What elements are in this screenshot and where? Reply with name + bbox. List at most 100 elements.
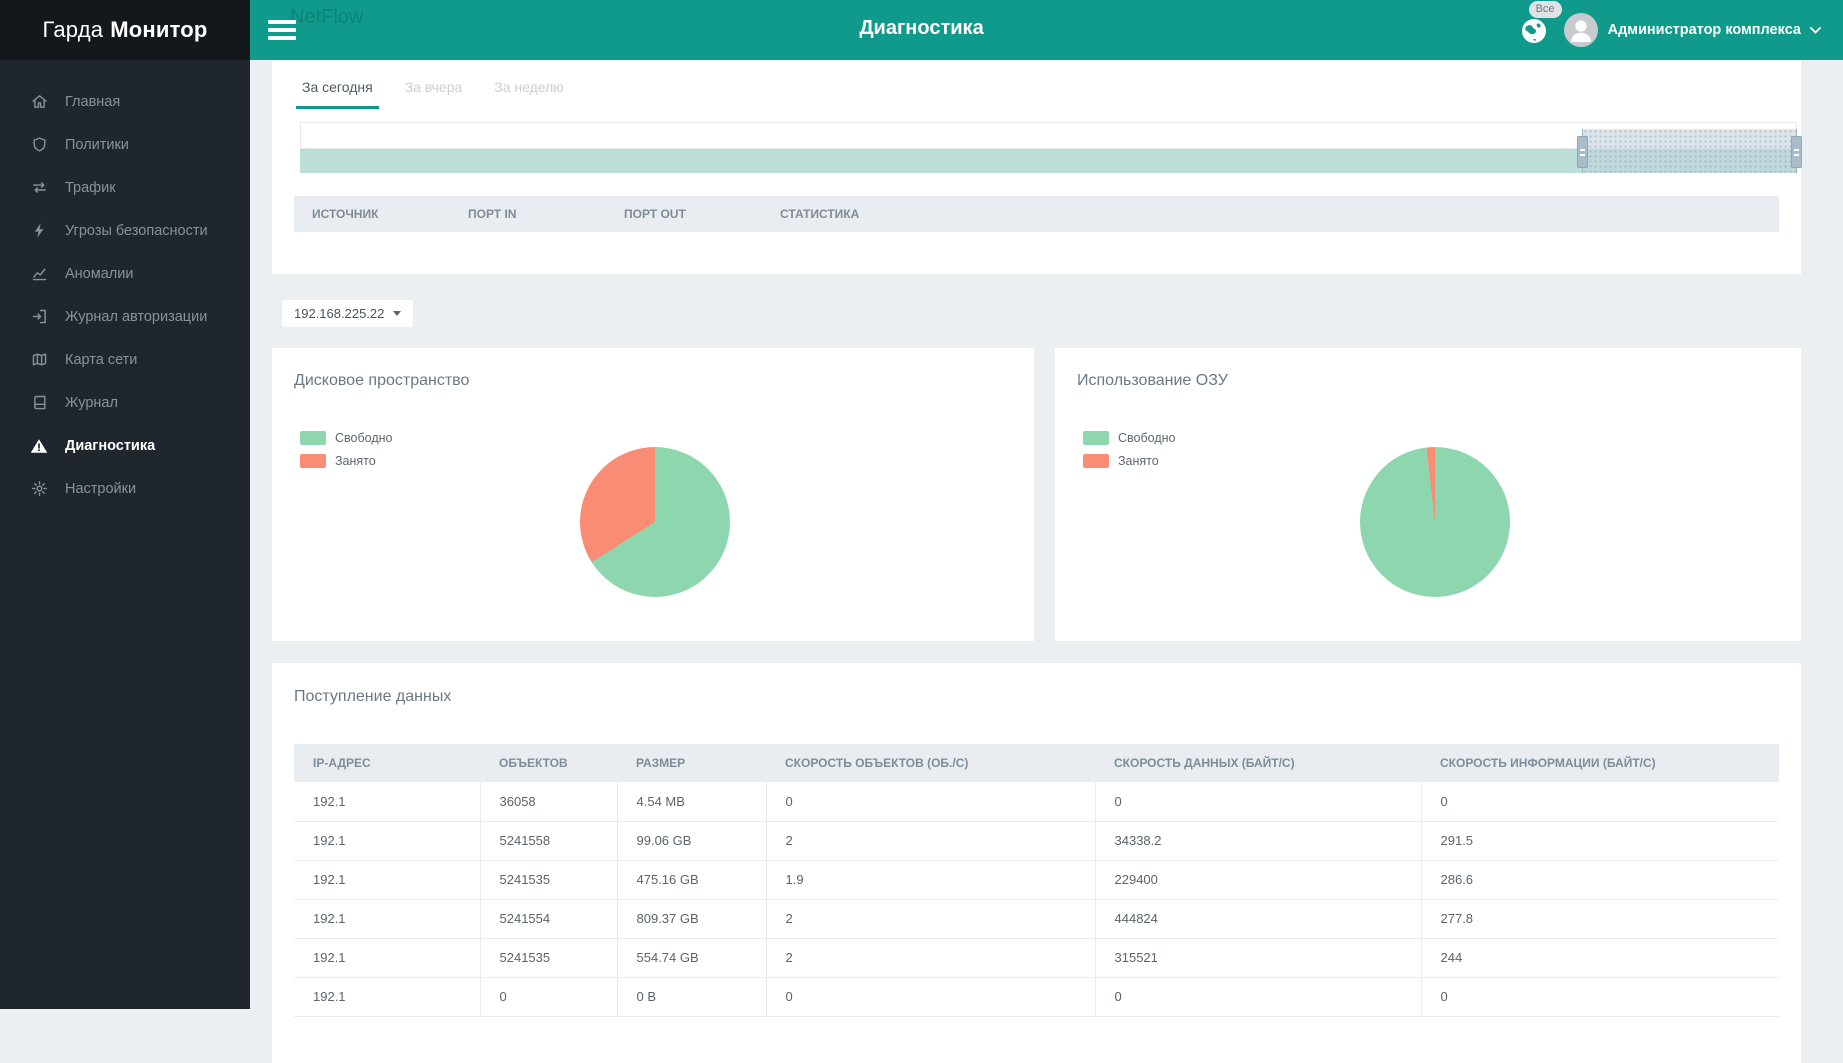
sidebar-nav: Главная Политики Трафик Угрозы безопасно…	[0, 60, 250, 510]
range-handle-right[interactable]	[1791, 136, 1802, 168]
sidebar-item-traffic[interactable]: Трафик	[0, 166, 250, 209]
sidebar-item-label: Журнал авторизации	[65, 308, 208, 325]
table-cell: 0	[479, 977, 617, 1017]
timeline-band	[300, 149, 1797, 173]
globe-icon[interactable]: Все	[1518, 1, 1562, 46]
top-header: NetFlow Диагностика Все Администратор ко…	[0, 0, 1843, 60]
column-header-object-rate: СКОРОСТЬ ОБЪЕКТОВ (ОБ./С)	[766, 744, 1095, 782]
legend-item-used: Занято	[1083, 449, 1175, 472]
table-cell: 0	[1420, 977, 1779, 1017]
netflow-ghost-title: NetFlow	[290, 6, 364, 28]
tab-week[interactable]: За неделю	[488, 79, 570, 109]
table-cell: 0	[1094, 782, 1421, 822]
panel-title: Поступление данных	[294, 688, 452, 705]
netflow-panel: За сегодня За вчера За неделю ИСТОЧНИК П…	[272, 60, 1802, 274]
table-cell: 286.6	[1420, 860, 1779, 900]
flow-sources-table: ИСТОЧНИК ПОРТ IN ПОРТ OUT СТАТИСТИКА	[294, 196, 1779, 232]
panel-title: Дисковое пространство	[294, 372, 470, 389]
home-icon	[29, 93, 49, 110]
table-cell: 192.1	[294, 821, 480, 861]
main-content: За сегодня За вчера За неделю ИСТОЧНИК П…	[272, 60, 1802, 1063]
traffic-arrows-icon	[29, 179, 49, 196]
legend-swatch-used	[300, 453, 326, 468]
brand-name-regular: Гарда	[42, 17, 104, 42]
table-cell: 2	[765, 938, 1095, 978]
brand-name-bold: Монитор	[110, 17, 208, 42]
table-cell: 34338.2	[1094, 821, 1421, 861]
sidebar-item-policies[interactable]: Политики	[0, 123, 250, 166]
column-header-data-rate: СКОРОСТЬ ДАННЫХ (БАЙТ/С)	[1095, 744, 1421, 782]
shield-icon	[29, 136, 49, 153]
table-cell: 192.1	[294, 977, 480, 1017]
legend-label: Занято	[335, 453, 376, 468]
legend-swatch-free	[1083, 430, 1109, 445]
range-selection[interactable]	[1577, 129, 1802, 173]
sidebar-item-label: Настройки	[65, 480, 137, 497]
sidebar-item-home[interactable]: Главная	[0, 80, 250, 123]
ram-usage-panel: Использование ОЗУ Свободно Занято	[1055, 348, 1801, 641]
table-cell: 291.5	[1420, 821, 1779, 861]
legend-swatch-free	[300, 430, 326, 445]
book-icon	[29, 394, 49, 411]
tab-yesterday[interactable]: За вчера	[399, 79, 469, 109]
table-cell: 192.1	[294, 938, 480, 978]
map-icon	[29, 351, 49, 368]
sidebar-item-label: Диагностика	[65, 437, 156, 454]
caret-down-icon	[393, 311, 402, 316]
table-cell: 475.16 GB	[616, 860, 766, 900]
table-cell: 2	[765, 821, 1095, 861]
table-row: 192.1 5241535 554.74 GB 2 315521 244	[294, 938, 1779, 978]
sidebar-item-network-map[interactable]: Карта сети	[0, 338, 250, 381]
table-cell: 5241558	[479, 821, 617, 861]
sidebar-item-settings[interactable]: Настройки	[0, 467, 250, 510]
column-header-port-out: ПОРТ OUT	[606, 196, 762, 232]
warning-icon	[29, 437, 49, 455]
sidebar-item-label: Трафик	[65, 179, 116, 196]
chevron-down-icon[interactable]	[1810, 21, 1821, 39]
table-cell: 5241554	[479, 899, 617, 939]
avatar[interactable]	[1563, 13, 1598, 47]
panel-title: Использование ОЗУ	[1077, 372, 1228, 389]
sidebar-item-anomalies[interactable]: Аномалии	[0, 252, 250, 295]
table-cell: 4.54 MB	[616, 782, 766, 822]
column-header-source: ИСТОЧНИК	[294, 196, 450, 232]
gear-icon	[29, 480, 49, 497]
table-cell: 444824	[1094, 899, 1421, 939]
column-header-size: РАЗМЕР	[617, 744, 766, 782]
column-header-info-rate: СКОРОСТЬ ИНФОРМАЦИИ (БАЙТ/С)	[1421, 744, 1779, 782]
time-range-selector[interactable]	[300, 122, 1802, 173]
user-menu[interactable]: Администратор комплекса	[1608, 22, 1801, 38]
chart-line-icon	[29, 265, 49, 282]
table-cell: 229400	[1094, 860, 1421, 900]
sidebar-item-diagnostics[interactable]: Диагностика	[0, 424, 250, 467]
chart-legend: Свободно Занято	[300, 426, 392, 472]
bolt-icon	[29, 222, 49, 239]
ip-select-dropdown[interactable]: 192.168.225.22	[282, 300, 414, 327]
legend-label: Свободно	[1118, 430, 1176, 445]
column-header-statistics: СТАТИСТИКА	[762, 196, 1779, 232]
ram-usage-pie-chart	[1360, 447, 1510, 597]
sidebar-item-label: Аномалии	[65, 265, 134, 282]
sign-in-icon	[29, 308, 49, 325]
sidebar-item-auth-log[interactable]: Журнал авторизации	[0, 295, 250, 338]
sidebar-item-label: Политики	[65, 136, 129, 153]
table-row: 192.1 5241554 809.37 GB 2 444824 277.8	[294, 899, 1779, 939]
table-cell: 244	[1420, 938, 1779, 978]
table-cell: 315521	[1094, 938, 1421, 978]
sidebar-item-label: Журнал	[65, 394, 118, 411]
tab-today[interactable]: За сегодня	[296, 79, 379, 109]
sidebar-item-label: Угрозы безопасности	[65, 222, 208, 239]
table-cell: 0 B	[616, 977, 766, 1017]
range-handle-left[interactable]	[1577, 136, 1588, 168]
table-header-row: IP-АДРЕС ОБЪЕКТОВ РАЗМЕР СКОРОСТЬ ОБЪЕКТ…	[294, 744, 1779, 782]
sidebar-item-journal[interactable]: Журнал	[0, 381, 250, 424]
column-header-port-in: ПОРТ IN	[450, 196, 606, 232]
table-cell: 36058	[479, 782, 617, 822]
globe-badge: Все	[1528, 1, 1562, 18]
sidebar-item-threats[interactable]: Угрозы безопасности	[0, 209, 250, 252]
table-cell: 5241535	[479, 860, 617, 900]
legend-swatch-used	[1083, 453, 1109, 468]
table-cell: 192.1	[294, 899, 480, 939]
hamburger-menu-icon[interactable]	[268, 20, 296, 44]
table-cell: 99.06 GB	[616, 821, 766, 861]
